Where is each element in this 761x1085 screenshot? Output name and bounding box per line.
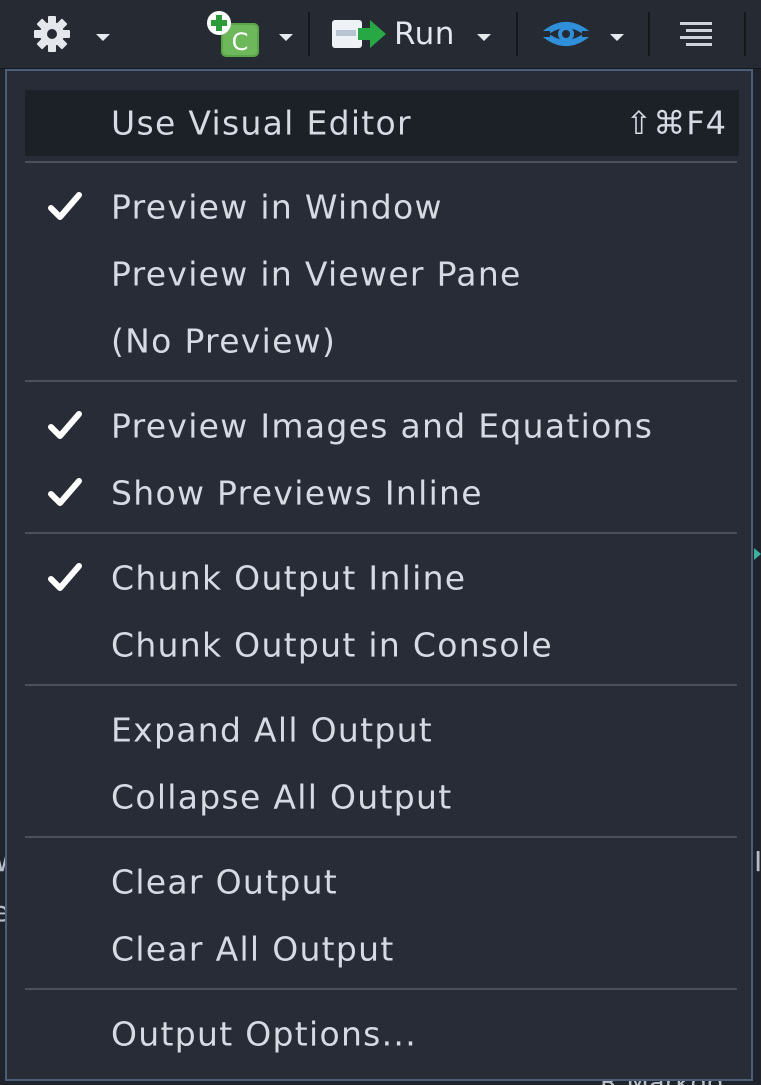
- chevron-down-icon: [279, 33, 293, 41]
- run-label: Run: [394, 16, 455, 52]
- chevron-down-icon: [610, 33, 624, 41]
- menu-item-label: Expand All Output: [111, 710, 434, 750]
- menu-item-preview-images-and-equations[interactable]: Preview Images and Equations: [7, 393, 751, 459]
- menu-divider: [25, 532, 737, 534]
- chevron-down-icon: [96, 33, 110, 41]
- editor-options-menu: Use Visual Editor ⇧⌘F4 Preview in Window…: [5, 69, 753, 1081]
- menu-item-preview-in-window[interactable]: Preview in Window: [7, 174, 751, 240]
- toolbar-separator: [516, 12, 518, 56]
- menu-item-preview-in-viewer-pane[interactable]: Preview in Viewer Pane: [7, 241, 751, 307]
- menu-item-chunk-output-in-console[interactable]: Chunk Output in Console: [7, 612, 751, 678]
- menu-divider: [25, 684, 737, 686]
- menu-item-no-preview[interactable]: (No Preview): [7, 308, 751, 374]
- publish-dropdown[interactable]: [540, 0, 624, 68]
- menu-divider: [25, 988, 737, 990]
- checkmark-icon: [48, 192, 82, 220]
- menu-item-label: Collapse All Output: [111, 777, 453, 817]
- publish-icon: [540, 22, 592, 46]
- menu-item-chunk-output-inline[interactable]: Chunk Output Inline: [7, 545, 751, 611]
- menu-item-clear-all-output[interactable]: Clear All Output: [7, 916, 751, 982]
- run-icon: [332, 20, 386, 48]
- menu-divider: [25, 836, 737, 838]
- menu-item-label: Use Visual Editor: [111, 103, 412, 143]
- chunk-badge: C: [232, 28, 249, 56]
- rstudio-editor-window: C Run I Use Visual Editor ⇧⌘F4 Preview i…: [0, 0, 761, 1085]
- menu-item-label: Chunk Output in Console: [111, 625, 553, 665]
- background-text-fragment: I: [754, 845, 761, 878]
- toolbar-separator: [648, 12, 650, 56]
- insert-chunk-icon: C: [207, 11, 259, 57]
- menu-item-label: Show Previews Inline: [111, 473, 483, 513]
- menu-item-label: Clear Output: [111, 862, 339, 902]
- menu-item-output-options[interactable]: Output Options...: [7, 1001, 751, 1067]
- menu-item-clear-output[interactable]: Clear Output: [7, 849, 751, 915]
- fold-marker-icon: [754, 548, 761, 560]
- toolbar-separator: [308, 12, 310, 56]
- menu-item-label: Clear All Output: [111, 929, 395, 969]
- menu-item-label: Output Options...: [111, 1014, 418, 1054]
- menu-item-shortcut: ⇧⌘F4: [625, 104, 727, 142]
- checkmark-icon: [48, 411, 82, 439]
- menu-item-label: Preview in Window: [111, 187, 443, 227]
- menu-item-label: (No Preview): [111, 321, 337, 361]
- outline-icon: [680, 22, 712, 46]
- menu-item-label: Chunk Output Inline: [111, 558, 467, 598]
- options-dropdown[interactable]: [30, 0, 110, 68]
- menu-item-expand-all-output[interactable]: Expand All Output: [7, 697, 751, 763]
- menu-divider: [25, 161, 737, 163]
- menu-item-show-previews-inline[interactable]: Show Previews Inline: [7, 460, 751, 526]
- menu-item-use-visual-editor[interactable]: Use Visual Editor ⇧⌘F4: [25, 90, 739, 156]
- checkmark-icon: [48, 478, 82, 506]
- editor-toolbar: C Run: [0, 0, 761, 69]
- outline-button[interactable]: [678, 0, 714, 68]
- gear-icon: [34, 16, 70, 52]
- menu-item-label: Preview Images and Equations: [111, 406, 654, 446]
- menu-item-collapse-all-output[interactable]: Collapse All Output: [7, 764, 751, 830]
- checkmark-icon: [48, 563, 82, 591]
- run-button[interactable]: Run: [330, 0, 491, 68]
- menu-item-label: Preview in Viewer Pane: [111, 254, 522, 294]
- toolbar-separator: [744, 12, 746, 56]
- chevron-down-icon: [476, 33, 491, 41]
- menu-divider: [25, 380, 737, 382]
- insert-chunk-dropdown[interactable]: C: [205, 0, 293, 68]
